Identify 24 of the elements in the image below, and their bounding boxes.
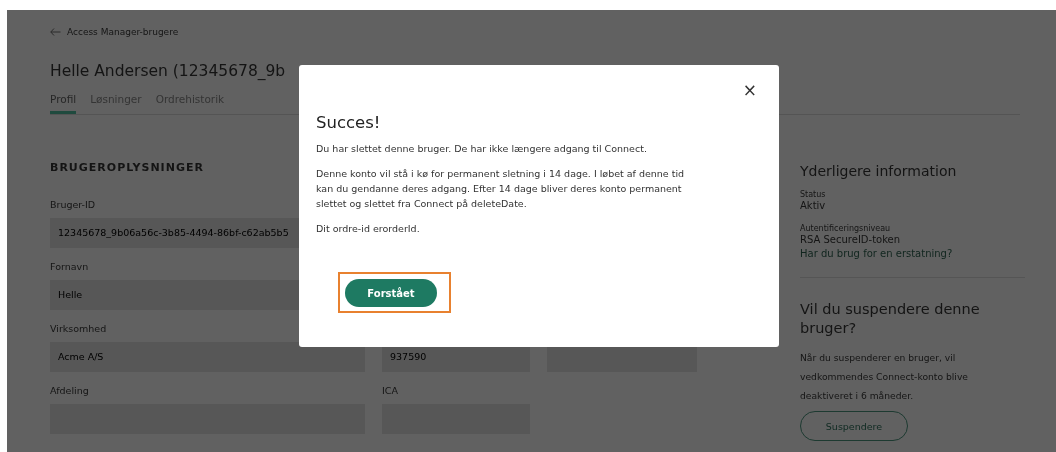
panel-title: Yderligere information bbox=[800, 163, 958, 179]
left-arrow-icon bbox=[50, 28, 61, 36]
field-label: Fornavn bbox=[50, 261, 89, 274]
input-field[interactable]: Acme A/S bbox=[50, 342, 365, 372]
field-label: Afdeling bbox=[50, 385, 89, 398]
page-title: Helle Andersen (12345678_9b bbox=[50, 62, 286, 80]
dialog-text: Dit ordre-id erorderId. bbox=[316, 222, 421, 236]
dialog-text: Denne konto vil stå i kø for permanent sletning i 14 dage. I løbet af denne tid kan du gendanne deres adgang. Efter 14 dage bliver deres konto permanent slettet og slettet fra Connect på deleteDate. bbox=[316, 167, 686, 211]
field-label: Virksomhed bbox=[50, 323, 107, 336]
info-label: Status bbox=[800, 190, 827, 199]
panel-title: Vil du suspendere denne bruger? bbox=[800, 300, 981, 338]
section-heading: BRUGEROPLYSNINGER bbox=[50, 161, 204, 174]
replacement-link[interactable]: Har du brug for en erstatning? bbox=[800, 247, 953, 261]
tab[interactable]: Profil bbox=[50, 93, 77, 114]
field-label: ICA bbox=[382, 385, 398, 398]
dialog-text: Du har slettet denne bruger. De har ikke længere adgang til Connect. bbox=[316, 142, 648, 156]
info-value: RSA SecureID-token bbox=[800, 233, 902, 247]
dialog-title: Succes! bbox=[316, 113, 382, 132]
info-value: Aktiv bbox=[800, 199, 827, 213]
info-label: Autentificeringsniveau bbox=[800, 224, 892, 233]
confirm-button[interactable]: Forstået bbox=[345, 279, 437, 307]
close-button[interactable]: × bbox=[742, 81, 757, 99]
field-label: Bruger-ID bbox=[50, 199, 96, 212]
back-link[interactable]: Access Manager-brugere bbox=[50, 27, 179, 37]
